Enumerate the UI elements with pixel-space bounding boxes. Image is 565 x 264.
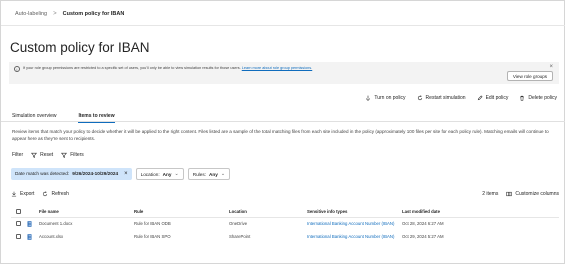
breadcrumb-auto-labeling[interactable]: Auto-labeling	[15, 11, 47, 17]
column-header-file-name[interactable]: File name	[39, 209, 59, 214]
rule-name: Rule for IBAN SPO	[134, 234, 171, 239]
turn-on-policy-label: Turn on policy	[374, 95, 406, 101]
sensitive-info-type[interactable]: International Banking Account Number (IB…	[307, 221, 394, 226]
banner-learn-more-link[interactable]: Learn more about role group permissions.	[242, 66, 313, 70]
reset-label: Reset	[40, 152, 54, 158]
reset-button[interactable]: Reset	[31, 152, 53, 158]
reset-icon	[31, 152, 38, 158]
row-checkbox[interactable]	[16, 234, 21, 239]
location: OneDrive	[229, 221, 248, 226]
row-checkbox[interactable]	[16, 221, 21, 226]
refresh-label: Refresh	[51, 191, 69, 197]
location-filter-value: Any	[162, 171, 172, 177]
file-name[interactable]: Document 1.docx	[39, 221, 72, 226]
delete-policy-button[interactable]: Delete policy	[519, 95, 557, 101]
rules-filter-label: Rules:	[192, 171, 206, 177]
date-filter-chip[interactable]: Date match was detected: 9/26/2024-10/29…	[11, 168, 132, 180]
tabs-divider	[1, 121, 565, 122]
edit-policy-button[interactable]: Edit policy	[477, 95, 509, 101]
restart-icon	[417, 95, 422, 101]
restart-simulation-label: Restart simulation	[425, 95, 466, 101]
info-banner: i If your role group permissions are res…	[9, 62, 559, 84]
filters-icon	[61, 152, 68, 158]
rules-filter-value: Any	[208, 171, 218, 177]
sensitive-info-type[interactable]: International Banking Account Number (IB…	[307, 234, 394, 239]
rule-name: Rule for IBAN ODB	[134, 221, 171, 226]
items-table: File name Rule Location Sensitive info t…	[11, 206, 559, 244]
table-row[interactable]: Document 1.docx Rule for IBAN ODB OneDri…	[11, 218, 559, 231]
date-filter-label: Date match was detected:	[15, 171, 70, 176]
refresh-icon	[43, 191, 48, 197]
edit-policy-label: Edit policy	[485, 95, 509, 101]
last-modified: Oct 28, 2024 6:27 AM	[402, 221, 444, 226]
delete-policy-label: Delete policy	[528, 95, 557, 101]
file-name[interactable]: Account.xlsx	[39, 234, 63, 239]
turn-on-policy-button[interactable]: Turn on policy	[365, 95, 406, 101]
breadcrumb-separator: >	[53, 11, 57, 17]
chevron-down-icon: ⌄	[220, 170, 226, 177]
filters-label: Filters	[70, 152, 84, 158]
close-icon[interactable]: ×	[549, 64, 553, 70]
banner-text: If your role group permissions are restr…	[23, 66, 312, 70]
download-icon	[11, 191, 17, 197]
turn-on-icon	[366, 95, 371, 101]
customize-columns-button[interactable]: Customize columns	[506, 191, 559, 197]
breadcrumb-current: Custom policy for IBAN	[62, 11, 125, 17]
column-header-sensitive-info-types[interactable]: Sensitive info types	[307, 209, 347, 214]
info-icon: i	[14, 66, 20, 72]
column-header-rule[interactable]: Rule	[134, 209, 143, 214]
last-modified: Oct 29, 2024 5:27 AM	[402, 234, 444, 239]
restart-simulation-button[interactable]: Restart simulation	[417, 95, 466, 101]
customize-columns-label: Customize columns	[515, 191, 559, 197]
date-filter-value: 9/26/2024-10/29/2024	[72, 171, 119, 176]
page-title: Custom policy for IBAN	[10, 40, 150, 55]
view-role-groups-button[interactable]: View role groups	[507, 71, 553, 81]
excel-file-icon	[27, 234, 32, 240]
table-row[interactable]: Account.xlsx Rule for IBAN SPO SharePoin…	[11, 231, 559, 244]
banner-message: If your role group permissions are restr…	[23, 66, 241, 70]
refresh-button[interactable]: Refresh	[42, 191, 69, 197]
columns-icon	[506, 191, 513, 197]
location-filter-chip[interactable]: Location: Any ⌄	[135, 168, 184, 180]
rules-filter-chip[interactable]: Rules: Any ⌄	[187, 168, 231, 180]
word-file-icon	[27, 221, 32, 227]
chevron-down-icon: ⌄	[174, 170, 179, 177]
filters-button[interactable]: Filters	[61, 152, 84, 158]
delete-icon	[520, 95, 525, 101]
select-all-checkbox[interactable]	[16, 209, 21, 214]
table-header-row: File name Rule Location Sensitive info t…	[11, 206, 559, 218]
tab-description: Review items that match your policy to d…	[12, 129, 549, 141]
export-button[interactable]: Export	[11, 191, 34, 197]
item-count: 2 items	[482, 191, 499, 197]
filter-label: Filter	[12, 152, 24, 158]
remove-filter-icon[interactable]: ×	[124, 168, 128, 180]
filter-bar: Filter Reset Filters	[12, 152, 84, 158]
header-divider	[1, 25, 565, 26]
column-header-last-modified[interactable]: Last modified date	[402, 209, 440, 214]
app-frame: Auto-labeling > Custom policy for IBAN C…	[0, 0, 565, 264]
export-label: Export	[20, 191, 35, 197]
breadcrumb: Auto-labeling > Custom policy for IBAN	[15, 11, 124, 17]
edit-icon	[477, 95, 483, 101]
location-filter-label: Location:	[140, 171, 160, 177]
policy-actions: Turn on policy Restart simulation Edit p…	[365, 95, 557, 101]
filter-chips: Date match was detected: 9/26/2024-10/29…	[11, 168, 231, 180]
location: SharePoint	[229, 234, 251, 239]
column-header-location[interactable]: Location	[229, 209, 247, 214]
